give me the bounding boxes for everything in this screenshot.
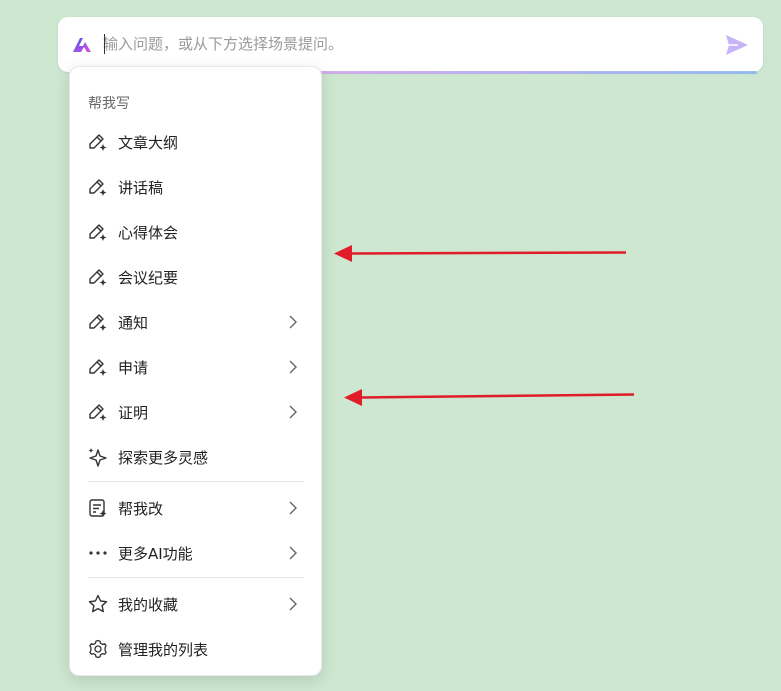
menu-item-label: 文章大纲 — [118, 134, 179, 152]
star-icon — [88, 594, 108, 613]
menu-item-outline[interactable]: 文章大纲 — [70, 121, 321, 161]
menu-item-label: 我的收藏 — [118, 596, 179, 614]
section-title-help-write: 帮我写 — [88, 96, 130, 112]
menu-item-certificate[interactable]: 证明 — [70, 391, 321, 431]
menu-item-reflection[interactable]: 心得体会 — [70, 211, 321, 251]
chevron-right-icon — [289, 546, 297, 560]
sparkle-icon — [88, 448, 107, 467]
menu-item-explore-inspiration[interactable]: 探索更多灵感 — [70, 436, 321, 476]
pen-sparkle-icon — [89, 179, 107, 196]
annotation-arrow-icon — [334, 245, 627, 262]
menu-item-label: 管理我的列表 — [118, 641, 209, 659]
chevron-right-icon — [289, 501, 297, 515]
pen-sparkle-icon — [89, 269, 107, 286]
menu-item-label: 更多AI功能 — [118, 545, 193, 563]
pen-sparkle-icon — [89, 134, 107, 151]
menu-item-label: 通知 — [118, 314, 149, 332]
ai-input-bar — [58, 17, 763, 74]
pen-sparkle-icon — [89, 224, 107, 241]
menu-item-label: 证明 — [118, 404, 149, 422]
menu-item-label: 心得体会 — [118, 224, 179, 242]
search-input[interactable] — [103, 29, 703, 59]
chevron-right-icon — [289, 405, 297, 419]
chevron-right-icon — [289, 360, 297, 374]
menu-item-meeting-minutes[interactable]: 会议纪要 — [70, 256, 321, 296]
text-caret — [104, 34, 105, 54]
annotation-arrow-icon — [344, 389, 635, 406]
pen-sparkle-icon — [89, 404, 107, 421]
menu-divider — [88, 577, 304, 578]
ai-logo-icon — [73, 38, 91, 52]
chevron-right-icon — [289, 315, 297, 329]
document-edit-icon — [89, 499, 107, 517]
menu-item-more-ai[interactable]: 更多AI功能 — [70, 532, 321, 572]
chevron-right-icon — [289, 597, 297, 611]
scenario-dropdown-menu: 帮我写 文章大纲 讲话稿 心得体会 会议纪要 通知 申请 证明 探索更多灵感 帮… — [69, 66, 322, 676]
gear-icon — [89, 639, 107, 659]
more-dots-icon — [89, 551, 107, 555]
menu-item-speech[interactable]: 讲话稿 — [70, 166, 321, 206]
menu-item-label: 讲话稿 — [118, 179, 164, 197]
menu-item-label: 申请 — [118, 359, 149, 377]
menu-item-notice[interactable]: 通知 — [70, 301, 321, 341]
pen-sparkle-icon — [89, 314, 107, 331]
menu-item-application[interactable]: 申请 — [70, 346, 321, 386]
menu-divider — [88, 481, 304, 482]
menu-item-label: 帮我改 — [118, 500, 164, 518]
menu-item-manage-list[interactable]: 管理我的列表 — [70, 628, 321, 668]
menu-item-help-rewrite[interactable]: 帮我改 — [70, 487, 321, 527]
menu-item-label: 会议纪要 — [118, 269, 179, 287]
menu-item-favorites[interactable]: 我的收藏 — [70, 583, 321, 623]
pen-sparkle-icon — [89, 359, 107, 376]
menu-item-label: 探索更多灵感 — [118, 449, 209, 467]
send-icon[interactable] — [724, 33, 750, 57]
